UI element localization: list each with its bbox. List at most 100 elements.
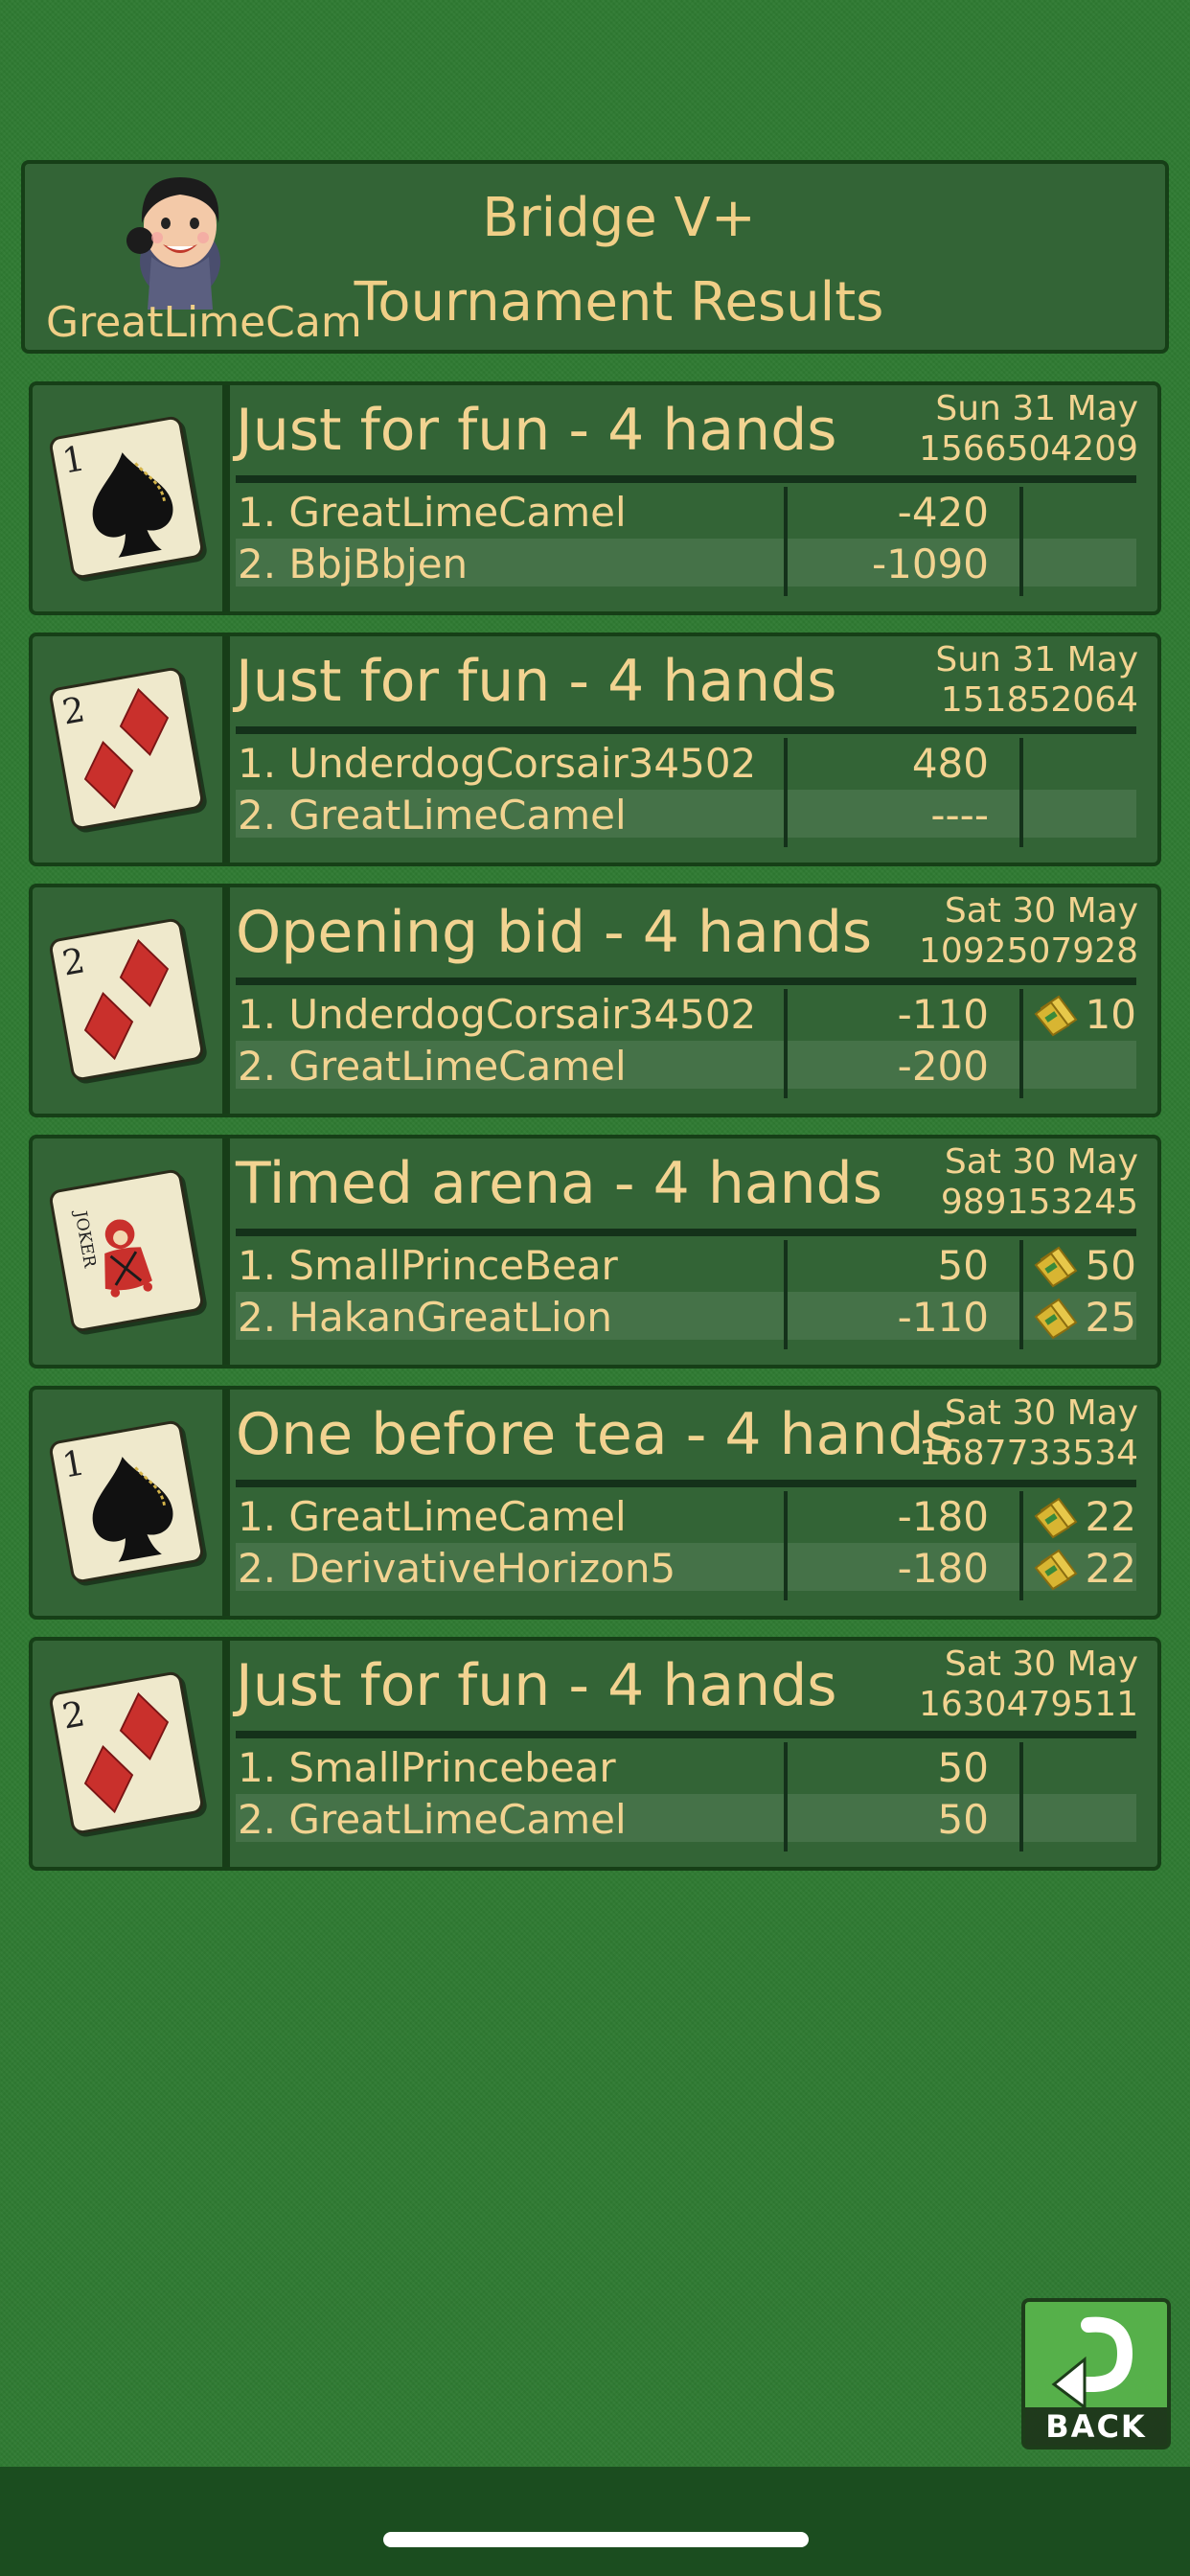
- divider: [222, 1138, 230, 1365]
- app-title: Bridge V+: [482, 187, 756, 249]
- reward: 22: [1032, 1493, 1136, 1540]
- reward: 22: [1032, 1545, 1136, 1592]
- event-card-icon: 1: [33, 385, 224, 611]
- column-divider: [784, 1240, 788, 1349]
- title-rule: [236, 978, 1136, 985]
- header-panel: GreatLimeCam Bridge V+ Tournament Result…: [21, 160, 1169, 354]
- result-card[interactable]: JOKER Timed arena - 4 hands Sat 30 May 9…: [29, 1135, 1161, 1368]
- title-rule: [236, 726, 1136, 734]
- event-title: Just for fun - 4 hands: [236, 397, 837, 464]
- player-score: 480: [911, 740, 989, 787]
- title-rule: [236, 1229, 1136, 1236]
- home-indicator[interactable]: [383, 2532, 809, 2547]
- event-title: Just for fun - 4 hands: [236, 1652, 837, 1719]
- player-row: 2. GreatLimeCamel ----: [236, 790, 1136, 839]
- ticket-icon: [1034, 1246, 1077, 1287]
- reward: 10: [1032, 991, 1136, 1038]
- title-rule: [236, 475, 1136, 483]
- event-title: Opening bid - 4 hands: [236, 899, 873, 966]
- player-score: 50: [937, 1796, 989, 1843]
- playing-card: JOKER: [48, 1167, 205, 1334]
- player-row: 2. GreatLimeCamel -200: [236, 1041, 1136, 1090]
- column-divider: [784, 487, 788, 596]
- divider: [222, 1641, 230, 1867]
- player-row: 1. SmallPrinceBear 50 50: [236, 1240, 1136, 1289]
- playing-card: 1: [48, 1418, 205, 1585]
- reward: 25: [1032, 1294, 1136, 1341]
- event-id: 1630479511: [918, 1685, 1138, 1724]
- player-row: 1. GreatLimeCamel -420: [236, 487, 1136, 536]
- event-id: 1092507928: [918, 932, 1138, 971]
- divider: [222, 636, 230, 862]
- player-name: 2. DerivativeHorizon5: [238, 1545, 676, 1592]
- ticket-icon: [1034, 1298, 1077, 1339]
- result-card[interactable]: 1 Just for fun - 4 hands Sun 31 May 1566…: [29, 381, 1161, 615]
- player-row: 1. UnderdogCorsair34502 480: [236, 738, 1136, 787]
- column-divider: [784, 1742, 788, 1852]
- result-card[interactable]: 2 Opening bid - 4 hands Sat 30 May 10925…: [29, 884, 1161, 1117]
- playing-card: 2: [48, 665, 205, 832]
- event-id: 989153245: [940, 1183, 1138, 1222]
- player-score: -1090: [871, 540, 989, 587]
- event-date: Sat 30 May: [944, 1142, 1138, 1182]
- player-score: -110: [897, 1294, 989, 1341]
- reward-value: 22: [1085, 1545, 1136, 1592]
- reward: 50: [1032, 1242, 1136, 1289]
- result-card[interactable]: 2 Just for fun - 4 hands Sat 30 May 1630…: [29, 1637, 1161, 1871]
- result-card[interactable]: 2 Just for fun - 4 hands Sun 31 May 1518…: [29, 632, 1161, 866]
- reward-value: 50: [1085, 1242, 1136, 1289]
- column-divider: [1019, 1742, 1023, 1852]
- event-date: Sat 30 May: [944, 1644, 1138, 1684]
- player-name: 1. GreatLimeCamel: [238, 489, 627, 536]
- player-name: 2. GreatLimeCamel: [238, 1043, 627, 1090]
- player-name: 1. UnderdogCorsair34502: [238, 740, 757, 787]
- back-button[interactable]: BACK: [1021, 2298, 1171, 2450]
- event-date: Sat 30 May: [944, 891, 1138, 931]
- player-score: -180: [897, 1493, 989, 1540]
- event-title: One before tea - 4 hands: [236, 1401, 954, 1468]
- player-score: -110: [897, 991, 989, 1038]
- column-divider: [784, 1491, 788, 1600]
- player-row: 2. HakanGreatLion -110 25: [236, 1292, 1136, 1341]
- column-divider: [1019, 1491, 1023, 1600]
- playing-card: 1: [48, 414, 205, 581]
- event-card-icon: 2: [33, 636, 224, 862]
- player-row: 1. SmallPrincebear 50: [236, 1742, 1136, 1791]
- player-name: 1. SmallPrinceBear: [238, 1242, 618, 1289]
- column-divider: [784, 989, 788, 1098]
- player-row: 1. GreatLimeCamel -180 22: [236, 1491, 1136, 1540]
- player-name: 2. GreatLimeCamel: [238, 792, 627, 839]
- player-name: 1. UnderdogCorsair34502: [238, 991, 757, 1038]
- reward-value: 25: [1085, 1294, 1136, 1341]
- event-id: 1566504209: [918, 429, 1138, 469]
- player-score: ----: [930, 792, 989, 839]
- player-score: -420: [897, 489, 989, 536]
- player-score: 50: [937, 1744, 989, 1791]
- event-id: 151852064: [940, 680, 1138, 720]
- event-card-icon: 2: [33, 1641, 224, 1867]
- playing-card: 2: [48, 1669, 205, 1836]
- avatar[interactable]: [113, 156, 247, 314]
- player-name: 2. HakanGreatLion: [238, 1294, 613, 1341]
- ticket-icon: [1034, 1549, 1077, 1590]
- event-card-icon: JOKER: [33, 1138, 224, 1365]
- player-score: 50: [937, 1242, 989, 1289]
- player-score: -200: [897, 1043, 989, 1090]
- ticket-icon: [1034, 995, 1077, 1036]
- column-divider: [1019, 1240, 1023, 1349]
- svg-text:JOKER: JOKER: [70, 1208, 100, 1270]
- event-title: Timed arena - 4 hands: [236, 1150, 883, 1217]
- result-card[interactable]: 1 One before tea - 4 hands Sat 30 May 16…: [29, 1386, 1161, 1620]
- title-rule: [236, 1480, 1136, 1487]
- divider: [222, 1390, 230, 1616]
- joker-icon: JOKER: [70, 1208, 153, 1298]
- back-arrow-icon: [1051, 2316, 1133, 2409]
- reward-value: 10: [1085, 991, 1136, 1038]
- divider: [222, 385, 230, 611]
- event-date: Sat 30 May: [944, 1393, 1138, 1433]
- player-name: 2. BbjBbjen: [238, 540, 469, 587]
- player-name: 2. GreatLimeCamel: [238, 1796, 627, 1843]
- player-row: 2. DerivativeHorizon5 -180 22: [236, 1543, 1136, 1592]
- player-name: 1. SmallPrincebear: [238, 1744, 616, 1791]
- event-date: Sun 31 May: [935, 640, 1138, 679]
